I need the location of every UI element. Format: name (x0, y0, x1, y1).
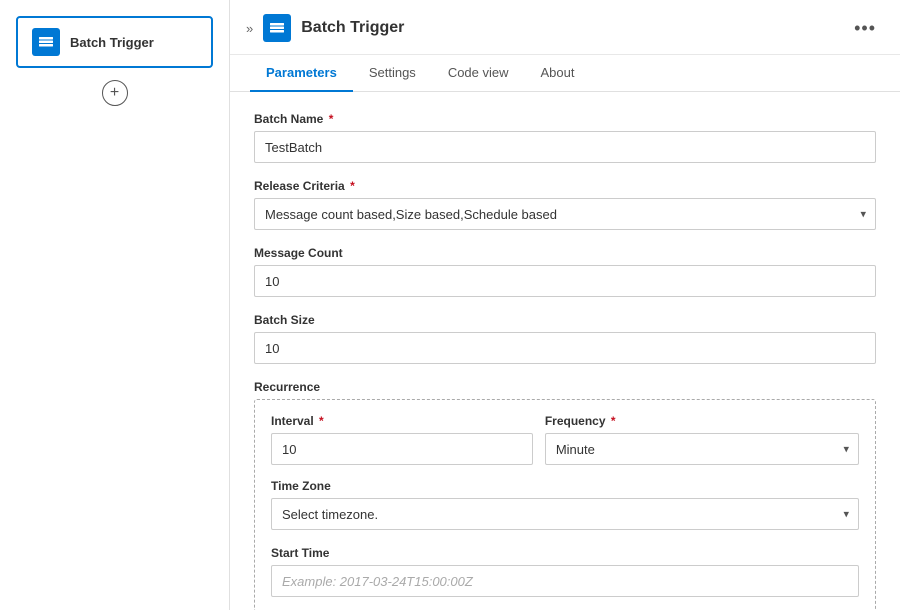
frequency-select[interactable]: Second Minute Hour Day Week Month (545, 433, 859, 465)
start-time-group: Start Time (271, 546, 859, 597)
start-time-input[interactable] (271, 565, 859, 597)
expand-icon[interactable]: » (246, 21, 253, 36)
more-options-button[interactable]: ••• (850, 18, 880, 39)
message-count-input[interactable] (254, 265, 876, 297)
timezone-wrapper: Select timezone. ▾ (271, 498, 859, 530)
timezone-group: Time Zone Select timezone. ▾ (271, 479, 859, 530)
batch-name-label: Batch Name * (254, 112, 876, 126)
release-criteria-select[interactable]: Message count based,Size based,Schedule … (254, 198, 876, 230)
interval-col: Interval * (271, 414, 533, 465)
right-panel: » Batch Trigger ••• Parameters Settings … (230, 0, 900, 610)
frequency-col: Frequency * Second Minute Hour Day Week … (545, 414, 859, 465)
batch-trigger-node[interactable]: Batch Trigger (16, 16, 213, 68)
release-criteria-wrapper: Message count based,Size based,Schedule … (254, 198, 876, 230)
batch-trigger-label: Batch Trigger (70, 35, 154, 50)
timezone-label: Time Zone (271, 479, 859, 493)
interval-label: Interval * (271, 414, 533, 428)
frequency-label: Frequency * (545, 414, 859, 428)
recurrence-section-label: Recurrence (254, 380, 876, 394)
batch-name-required: * (325, 112, 333, 126)
interval-required: * (316, 414, 324, 428)
tab-codeview[interactable]: Code view (432, 55, 525, 92)
recurrence-interval-frequency-row: Interval * Frequency * Second Minute (271, 414, 859, 465)
batch-name-group: Batch Name * (254, 112, 876, 163)
timezone-select[interactable]: Select timezone. (271, 498, 859, 530)
message-count-label: Message Count (254, 246, 876, 260)
batch-size-input[interactable] (254, 332, 876, 364)
recurrence-box: Interval * Frequency * Second Minute (254, 399, 876, 610)
recurrence-group: Recurrence Interval * Frequency * (254, 380, 876, 610)
batch-size-label: Batch Size (254, 313, 876, 327)
parameters-content: Batch Name * Release Criteria * Message … (230, 92, 900, 610)
start-time-label: Start Time (271, 546, 859, 560)
message-count-group: Message Count (254, 246, 876, 297)
frequency-required: * (608, 414, 616, 428)
add-step-button[interactable]: + (102, 80, 128, 106)
interval-input[interactable] (271, 433, 533, 465)
frequency-wrapper: Second Minute Hour Day Week Month ▾ (545, 433, 859, 465)
tab-about[interactable]: About (525, 55, 591, 92)
left-panel: Batch Trigger + (0, 0, 230, 610)
panel-header-icon (263, 14, 291, 42)
batch-name-input[interactable] (254, 131, 876, 163)
tabs-bar: Parameters Settings Code view About (230, 55, 900, 92)
add-button-container: + (16, 80, 213, 106)
release-criteria-label: Release Criteria * (254, 179, 876, 193)
tab-parameters[interactable]: Parameters (250, 55, 353, 92)
release-criteria-required: * (347, 179, 355, 193)
tab-settings[interactable]: Settings (353, 55, 432, 92)
batch-size-group: Batch Size (254, 313, 876, 364)
panel-header: » Batch Trigger ••• (230, 0, 900, 55)
release-criteria-group: Release Criteria * Message count based,S… (254, 179, 876, 230)
panel-title: Batch Trigger (301, 19, 840, 37)
batch-trigger-icon (32, 28, 60, 56)
